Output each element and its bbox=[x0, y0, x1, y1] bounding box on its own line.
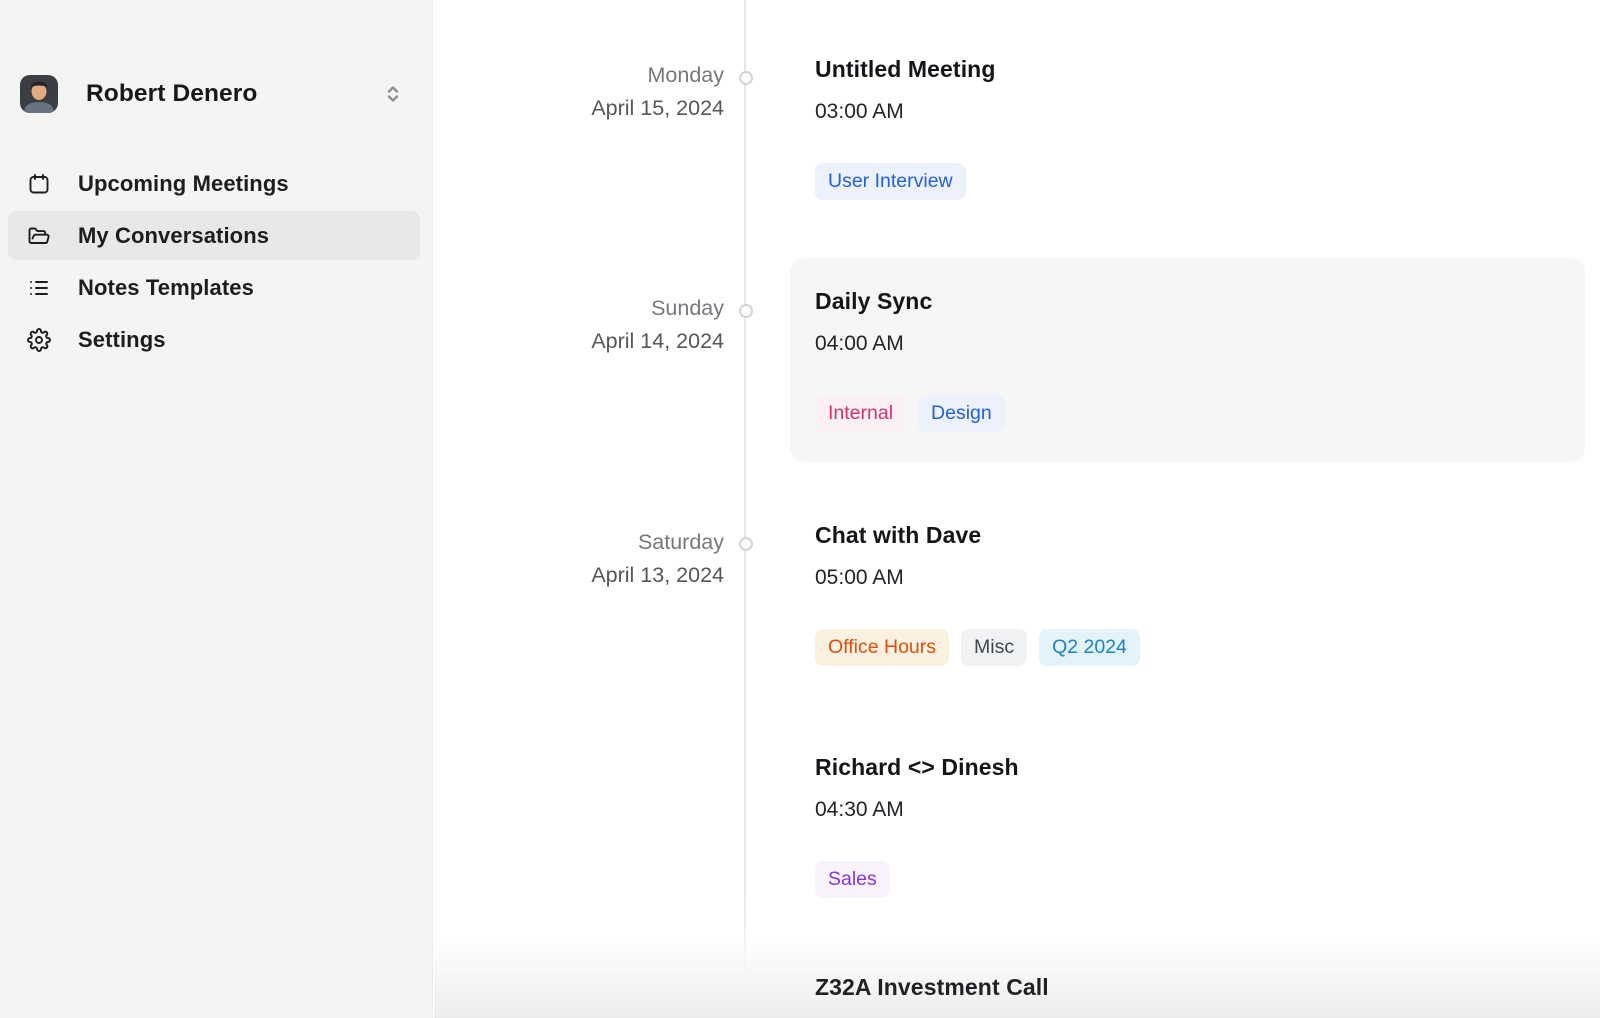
sidebar-item-label: Notes Templates bbox=[78, 275, 254, 301]
conversations-timeline: Monday April 15, 2024 Sunday April 14, 2… bbox=[434, 0, 1600, 1018]
tag[interactable]: User Interview bbox=[815, 163, 966, 200]
meeting-tags: Internal Design bbox=[815, 395, 1005, 432]
meeting-item[interactable]: Richard <> Dinesh 04:30 AM Sales bbox=[815, 753, 1019, 898]
tag[interactable]: Misc bbox=[961, 629, 1027, 666]
tag[interactable]: Internal bbox=[815, 395, 906, 432]
date-label: Monday April 15, 2024 bbox=[454, 59, 724, 125]
timeline-dot bbox=[739, 71, 753, 85]
meeting-title: Richard <> Dinesh bbox=[815, 753, 1019, 781]
date-label: Sunday April 14, 2024 bbox=[454, 292, 724, 358]
tag[interactable]: Design bbox=[918, 395, 1005, 432]
meeting-time: 05:00 AM bbox=[815, 565, 1140, 591]
chevrons-up-down-icon bbox=[381, 82, 405, 106]
meeting-tags: Office Hours Misc Q2 2024 bbox=[815, 629, 1140, 666]
folder-open-icon bbox=[27, 224, 51, 248]
meeting-title: Untitled Meeting bbox=[815, 55, 995, 83]
sidebar-item-label: My Conversations bbox=[78, 223, 269, 249]
meeting-tags: User Interview bbox=[815, 163, 995, 200]
date-weekday: Sunday bbox=[454, 292, 724, 325]
sidebar-item-settings[interactable]: Settings bbox=[8, 315, 420, 364]
date-weekday: Monday bbox=[454, 59, 724, 92]
meeting-title: Z32A Investment Call bbox=[815, 973, 1049, 1001]
sidebar-item-label: Settings bbox=[78, 327, 166, 353]
tag[interactable]: Sales bbox=[815, 861, 890, 898]
meeting-time: 03:00 AM bbox=[815, 99, 995, 125]
sidebar-item-label: Upcoming Meetings bbox=[78, 171, 289, 197]
account-switcher[interactable]: Robert Denero bbox=[8, 70, 420, 118]
date-value: April 15, 2024 bbox=[454, 92, 724, 125]
calendar-icon bbox=[27, 172, 51, 196]
meeting-item[interactable]: Z32A Investment Call bbox=[815, 973, 1049, 1001]
tag[interactable]: Q2 2024 bbox=[1039, 629, 1140, 666]
avatar bbox=[20, 75, 58, 113]
date-value: April 14, 2024 bbox=[454, 325, 724, 358]
sidebar: Robert Denero Upcoming Meetings bbox=[0, 0, 433, 1018]
gear-icon bbox=[27, 328, 51, 352]
meeting-item[interactable]: Untitled Meeting 03:00 AM User Interview bbox=[815, 55, 995, 200]
sidebar-nav: Upcoming Meetings My Conversations bbox=[8, 159, 420, 367]
meeting-item[interactable]: Daily Sync 04:00 AM Internal Design bbox=[815, 287, 1005, 432]
app-window: Robert Denero Upcoming Meetings bbox=[0, 0, 1600, 1018]
sidebar-item-upcoming-meetings[interactable]: Upcoming Meetings bbox=[8, 159, 420, 208]
timeline-dot bbox=[739, 304, 753, 318]
meeting-item[interactable]: Chat with Dave 05:00 AM Office Hours Mis… bbox=[815, 521, 1140, 666]
user-name: Robert Denero bbox=[86, 80, 257, 108]
sidebar-item-my-conversations[interactable]: My Conversations bbox=[8, 211, 420, 260]
meeting-time: 04:30 AM bbox=[815, 797, 1019, 823]
bullet-list-icon bbox=[27, 276, 51, 300]
meeting-tags: Sales bbox=[815, 861, 1019, 898]
timeline-line bbox=[744, 0, 746, 977]
date-value: April 13, 2024 bbox=[454, 559, 724, 592]
meeting-time: 04:00 AM bbox=[815, 331, 1005, 357]
timeline-dot bbox=[739, 537, 753, 551]
date-label: Saturday April 13, 2024 bbox=[454, 526, 724, 592]
sidebar-item-notes-templates[interactable]: Notes Templates bbox=[8, 263, 420, 312]
date-weekday: Saturday bbox=[454, 526, 724, 559]
meeting-title: Chat with Dave bbox=[815, 521, 1140, 549]
meeting-title: Daily Sync bbox=[815, 287, 1005, 315]
tag[interactable]: Office Hours bbox=[815, 629, 949, 666]
